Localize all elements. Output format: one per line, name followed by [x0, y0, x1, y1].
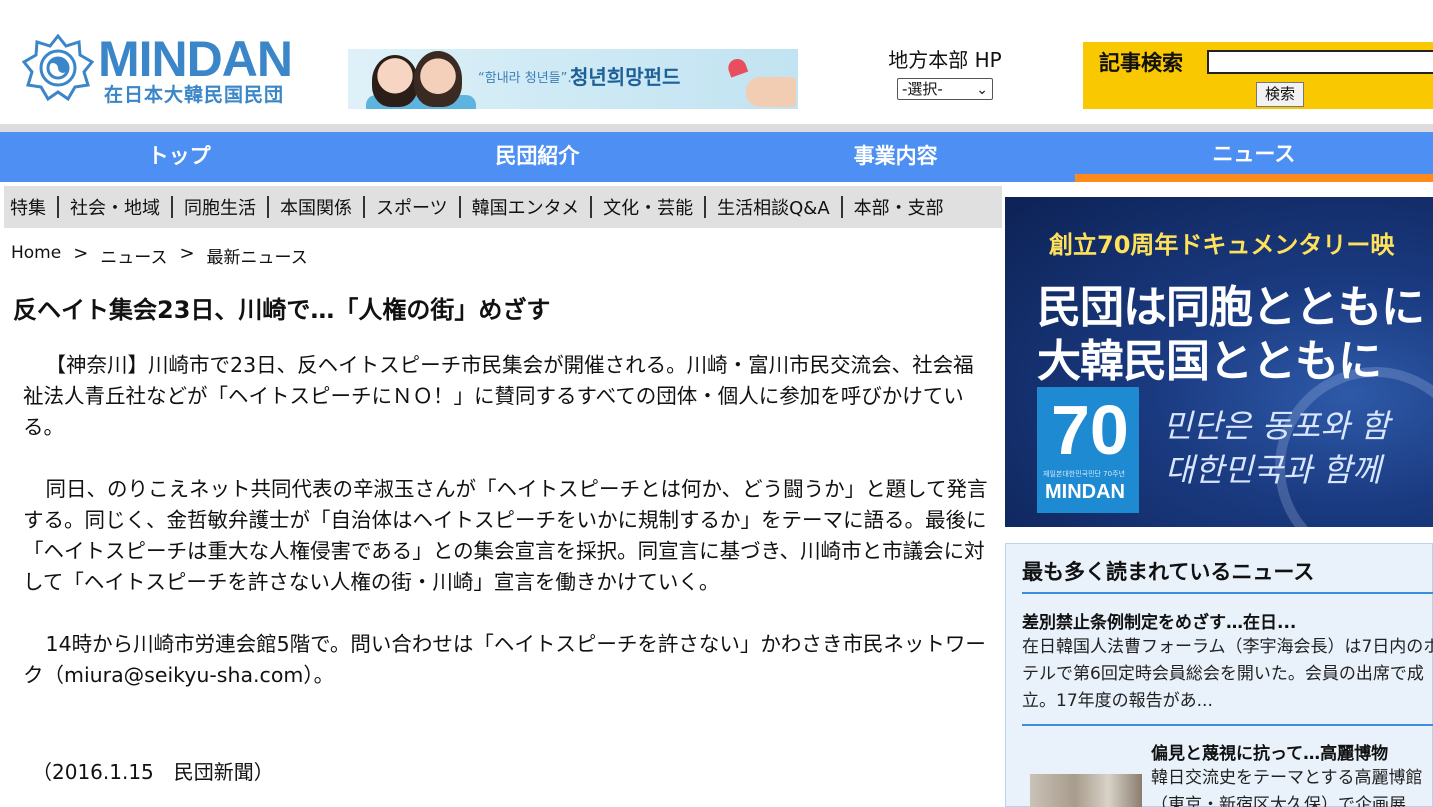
chevron-down-icon: ⌄	[976, 82, 988, 98]
youth-fund-banner[interactable]: “함내라 청년들”… 청년희망펀드	[348, 49, 798, 109]
subnav-item-homeland[interactable]: 本国関係	[280, 194, 352, 220]
regional-hq-label: 地方本部 HP	[888, 48, 1002, 72]
ad-korean-line-1: 민단은 동포와 함	[1163, 407, 1390, 445]
nav-item-top[interactable]: トップ	[0, 132, 358, 182]
search-button[interactable]: 検索	[1256, 82, 1304, 107]
article-search-input[interactable]	[1207, 50, 1433, 74]
breadcrumb-separator: >	[179, 243, 195, 264]
most-read-heading: 最も多く読まれているニュース	[1022, 560, 1315, 584]
regional-hq-dropdown[interactable]: -選択- ⌄	[897, 78, 993, 100]
subnav-divider	[840, 196, 843, 218]
most-read-item-title[interactable]: 差別禁止条例制定をめざす…在日...	[1022, 608, 1296, 633]
banner-title: 청년희망펀드	[570, 65, 681, 89]
mindan-logo[interactable]: MINDAN 在日本大韓民国民団	[20, 32, 305, 108]
subnav-item-community-life[interactable]: 同胞生活	[184, 194, 256, 220]
article-search-label: 記事検索	[1099, 51, 1183, 75]
article-body: 【神奈川】川崎市で23日、反ヘイトスピーチ市民集会が開催される。川崎・富川市民交…	[23, 350, 988, 722]
breadcrumb: Home > ニュース > 最新ニュース	[11, 243, 308, 268]
nav-item-news[interactable]: ニュース	[1074, 132, 1433, 182]
most-read-item-summary: 在日韓国人法曹フォーラム（李宇海会長）は7日内のホテルで第6回定時会員総会を開い…	[1022, 637, 1433, 711]
subnav-item-society[interactable]: 社会・地域	[70, 194, 160, 220]
subnav-item-culture[interactable]: 文化・芸能	[603, 194, 693, 220]
logo-wordmark: MINDAN	[98, 31, 293, 87]
most-read-news-panel: 最も多く読まれているニュース 差別禁止条例制定をめざす…在日... 在日韓国人法…	[1005, 543, 1433, 807]
ad-korean-line-2: 대한민국과 함께	[1165, 451, 1382, 489]
subnav-divider	[704, 196, 707, 218]
banner-quote: “함내라 청년들”…	[478, 71, 581, 86]
subnav-item-korean-entertainment[interactable]: 韓国エンタメ	[472, 194, 579, 220]
breadcrumb-separator: >	[73, 243, 89, 264]
subnav-divider	[57, 196, 59, 218]
header-divider	[0, 124, 1433, 132]
nav-item-about[interactable]: 民団紹介	[358, 132, 716, 182]
subnav-item-sports[interactable]: スポーツ	[376, 194, 448, 220]
nav-item-business[interactable]: 事業内容	[717, 132, 1075, 182]
breadcrumb-home[interactable]: Home	[11, 243, 61, 268]
breadcrumb-news[interactable]: ニュース	[100, 243, 167, 268]
hand-image	[746, 77, 796, 107]
most-read-divider	[1022, 724, 1433, 726]
ad-70-number: 70	[1051, 391, 1129, 469]
subnav-divider	[458, 196, 461, 218]
subnav-divider	[267, 196, 269, 218]
heart-icon	[725, 56, 749, 78]
article-paragraph: 【神奈川】川崎市で23日、反ヘイトスピーチ市民集会が開催される。川崎・富川市民交…	[23, 353, 974, 439]
news-category-nav: 特集 社会・地域 同胞生活 本国関係 スポーツ 韓国エンタメ 文化・芸能 生活相…	[4, 186, 1002, 228]
breadcrumb-latest-news: 最新ニュース	[206, 248, 308, 268]
banner-person-man	[414, 51, 462, 107]
subnav-item-feature[interactable]: 特集	[10, 194, 46, 220]
banner-person-woman	[372, 55, 418, 107]
mindan-emblem-icon	[22, 33, 94, 102]
most-read-divider	[1022, 592, 1433, 594]
logo-subtitle: 在日本大韓民国民団	[104, 84, 285, 106]
subnav-divider	[590, 196, 593, 218]
ad-70th-logo: 70 재일본대한민국민단 70주년 MINDAN	[1037, 387, 1139, 513]
article-title: 反ヘイト集会23日、川崎で…「人権の街」めざす	[13, 296, 551, 324]
regional-hq-dropdown-value: -選択-	[902, 80, 943, 98]
most-read-item-title[interactable]: 偏見と蔑視に抗って…高麗博物	[1151, 739, 1388, 764]
ad-logo-caption: 재일본대한민국민단 70주년	[1043, 470, 1125, 478]
most-read-item-summary: 韓日交流史をテーマとする高麗博館（東京・新宿区大久保）で企画展	[1151, 768, 1423, 807]
subnav-divider	[363, 196, 365, 218]
subnav-item-branches[interactable]: 本部・支部	[854, 194, 944, 220]
article-search-panel: 記事検索 検索	[1083, 42, 1433, 109]
article-paragraph: 同日、のりこえネット共同代表の辛淑玉さんが「ヘイトスピーチとは何か、どう闘うか」…	[23, 477, 988, 594]
regional-hq-selector: 地方本部 HP -選択- ⌄	[860, 46, 1030, 100]
subnav-item-life-qa[interactable]: 生活相談Q&A	[717, 194, 830, 220]
main-nav: トップ 民団紹介 事業内容 ニュース	[0, 132, 1433, 182]
ad-headline: 創立70周年ドキュメンタリー映	[1049, 231, 1395, 259]
subnav-divider	[171, 196, 173, 218]
article-date: （2016.1.15 民団新聞）	[32, 760, 274, 784]
ad-line-2: 大韓民国とともに	[1037, 336, 1382, 387]
article-paragraph: 14時から川崎市労連会館5階で。問い合わせは「ヘイトスピーチを許さない」かわさき…	[23, 632, 986, 687]
most-read-item-thumbnail[interactable]	[1030, 774, 1142, 807]
ad-logo-name: MINDAN	[1045, 481, 1125, 503]
anniversary-documentary-ad[interactable]: 創立70周年ドキュメンタリー映 民団は同胞とともに 大韓民国とともに 70 재일…	[1005, 197, 1433, 527]
site-header: MINDAN 在日本大韓民国民団 “함내라 청년들”… 청년희망펀드 地方本部 …	[0, 0, 1433, 124]
